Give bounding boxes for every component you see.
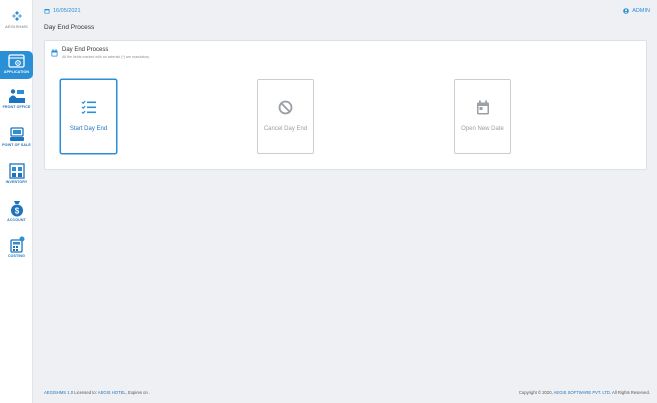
calendar-icon — [476, 100, 489, 115]
cancel-circle-icon — [278, 100, 293, 115]
svg-text:$: $ — [14, 207, 19, 216]
open-new-date-label: Open New Date — [461, 126, 504, 132]
user-name: ADMIN — [632, 8, 650, 14]
business-date: 16/05/2021 — [44, 8, 81, 14]
sidebar-item-label: FRONT OFFICE — [2, 105, 31, 109]
settings-window-icon — [8, 54, 25, 68]
open-new-date-button[interactable]: Open New Date — [454, 79, 511, 154]
logo-icon — [11, 11, 22, 21]
pos-terminal-icon — [9, 127, 24, 141]
user-icon — [623, 8, 630, 14]
sidebar-item-label: APPLICATION — [3, 70, 30, 74]
brand-name: AEGISHMS — [5, 24, 28, 29]
calendar-small-icon — [44, 9, 50, 14]
sidebar-item-front-office[interactable]: FRONT OFFICE — [0, 88, 33, 116]
product-version: AEGISHMS 1.0 — [44, 390, 74, 395]
date-text: 16/05/2021 — [53, 8, 81, 14]
front-desk-icon — [8, 89, 25, 103]
page-title: Day End Process — [44, 24, 95, 31]
sidebar-item-label: ACCOUNT — [7, 218, 26, 222]
cancel-day-end-label: Cancel Day End — [263, 126, 308, 132]
company-link[interactable]: AEGIS SOFTWARE PVT. LTD. — [554, 390, 611, 395]
expires-text: , Expires on . — [125, 390, 151, 395]
sidebar-item-application[interactable]: APPLICATION — [0, 51, 33, 79]
sidebar-item-account[interactable]: $ ACCOUNT — [0, 200, 33, 226]
calculator-icon — [9, 236, 24, 253]
copyright: Copyright © 2020, AEGIS SOFTWARE PVT. LT… — [519, 390, 650, 395]
sidebar-item-label: COSTING — [7, 254, 26, 258]
top-bar: 16/05/2021 ADMIN — [44, 8, 650, 18]
license-info: AEGISHMS 1.0 Licensed to: AEGIS HOTEL, E… — [44, 390, 150, 395]
warehouse-icon — [8, 163, 25, 179]
start-day-end-button[interactable]: Start Day End — [60, 79, 117, 154]
sidebar-item-costing[interactable]: COSTING — [0, 236, 33, 262]
user-menu[interactable]: ADMIN — [623, 8, 650, 14]
sidebar-item-label: POINT OF SALE — [2, 143, 31, 147]
licensee-name: AEGIS HOTEL — [97, 390, 126, 395]
sidebar: AEGISHMS APPLICATION FRONT OFFICE POINT … — [0, 0, 33, 403]
sidebar-item-inventory[interactable]: INVENTORY — [0, 163, 33, 188]
calendar-icon — [51, 49, 58, 57]
money-bag-icon: $ — [10, 201, 23, 217]
day-end-card: Day End Process All the fields marked wi… — [44, 40, 647, 170]
brand-logo[interactable]: AEGISHMS — [0, 10, 33, 29]
licensed-prefix: Licensed to: — [73, 390, 98, 395]
rights-text: All Rights Reserved. — [611, 390, 650, 395]
cancel-day-end-button[interactable]: Cancel Day End — [257, 79, 314, 154]
start-day-end-label: Start Day End — [69, 126, 108, 132]
sidebar-item-label: INVENTORY — [5, 180, 28, 184]
sidebar-item-point-of-sale[interactable]: POINT OF SALE — [0, 127, 33, 152]
copyright-prefix: Copyright © 2020, — [518, 390, 554, 395]
card-header: Day End Process All the fields marked wi… — [51, 47, 150, 59]
card-subtitle: All the fields marked with an asterisk (… — [62, 55, 150, 59]
checklist-icon — [81, 100, 96, 114]
card-title: Day End Process — [62, 47, 109, 53]
